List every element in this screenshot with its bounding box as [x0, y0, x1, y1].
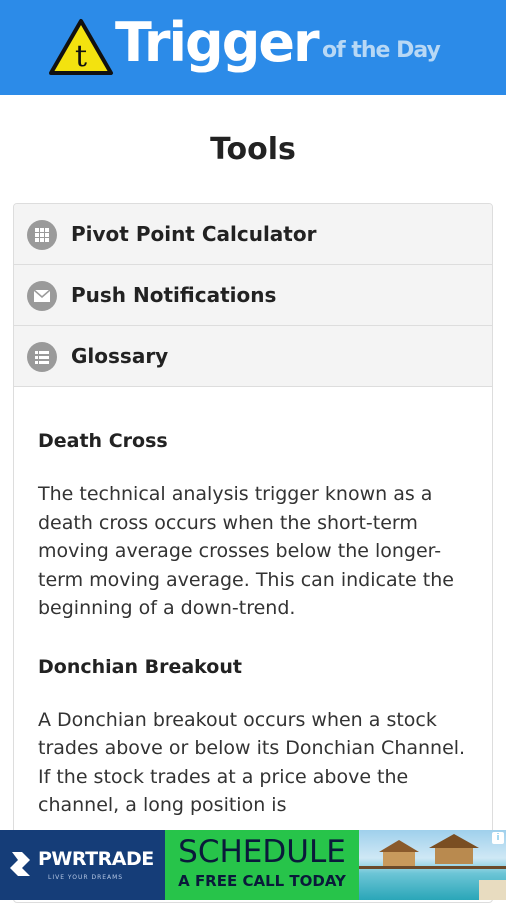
- menu-item-label: Pivot Point Calculator: [71, 222, 317, 246]
- grid-icon: [27, 220, 57, 250]
- glossary-term: Donchian Breakout: [38, 655, 242, 678]
- menu-item-push-notifications[interactable]: Push Notifications: [14, 265, 492, 326]
- beach-huts-image: [359, 834, 506, 900]
- envelope-icon: [27, 281, 57, 311]
- ad-photo: i: [359, 830, 506, 900]
- app-logo-subtext: of the Day: [322, 38, 441, 63]
- menu-item-label: Glossary: [71, 344, 169, 368]
- menu-item-label: Push Notifications: [71, 283, 277, 307]
- list-icon: [27, 342, 57, 372]
- ad-banner[interactable]: PWRTRADE LIVE YOUR DREAMS SCHEDULE A FRE…: [0, 830, 506, 900]
- ad-brand-tagline: LIVE YOUR DREAMS: [48, 874, 124, 881]
- brand-logo-icon: [10, 852, 30, 876]
- glossary-definition: The technical analysis trigger known as …: [38, 483, 454, 619]
- glossary-term: Death Cross: [38, 430, 168, 452]
- tools-panel: Pivot Point Calculator Push Notification…: [13, 203, 493, 903]
- ad-headline: SCHEDULE: [178, 834, 346, 870]
- warning-triangle-logo-icon: t: [49, 19, 113, 75]
- ad-cta-block: SCHEDULE A FREE CALL TODAY: [165, 830, 359, 900]
- page-title: Tools: [210, 132, 296, 167]
- glossary-content: Death Cross The technical analysis trigg…: [14, 387, 492, 820]
- app-header: t Trigger of the Day: [0, 0, 506, 95]
- menu-item-pivot-point-calculator[interactable]: Pivot Point Calculator: [14, 204, 492, 265]
- logo-glyph: t: [75, 39, 87, 74]
- glossary-definition: A Donchian breakout occurs when a stock …: [38, 708, 466, 817]
- info-icon[interactable]: i: [492, 832, 504, 844]
- app-logo-text: Trigger: [115, 11, 320, 74]
- ad-brand-name: PWRTRADE: [38, 848, 154, 870]
- menu-item-glossary[interactable]: Glossary: [14, 326, 492, 387]
- ad-brand-block: PWRTRADE LIVE YOUR DREAMS: [0, 830, 165, 900]
- ad-subline: A FREE CALL TODAY: [178, 872, 346, 890]
